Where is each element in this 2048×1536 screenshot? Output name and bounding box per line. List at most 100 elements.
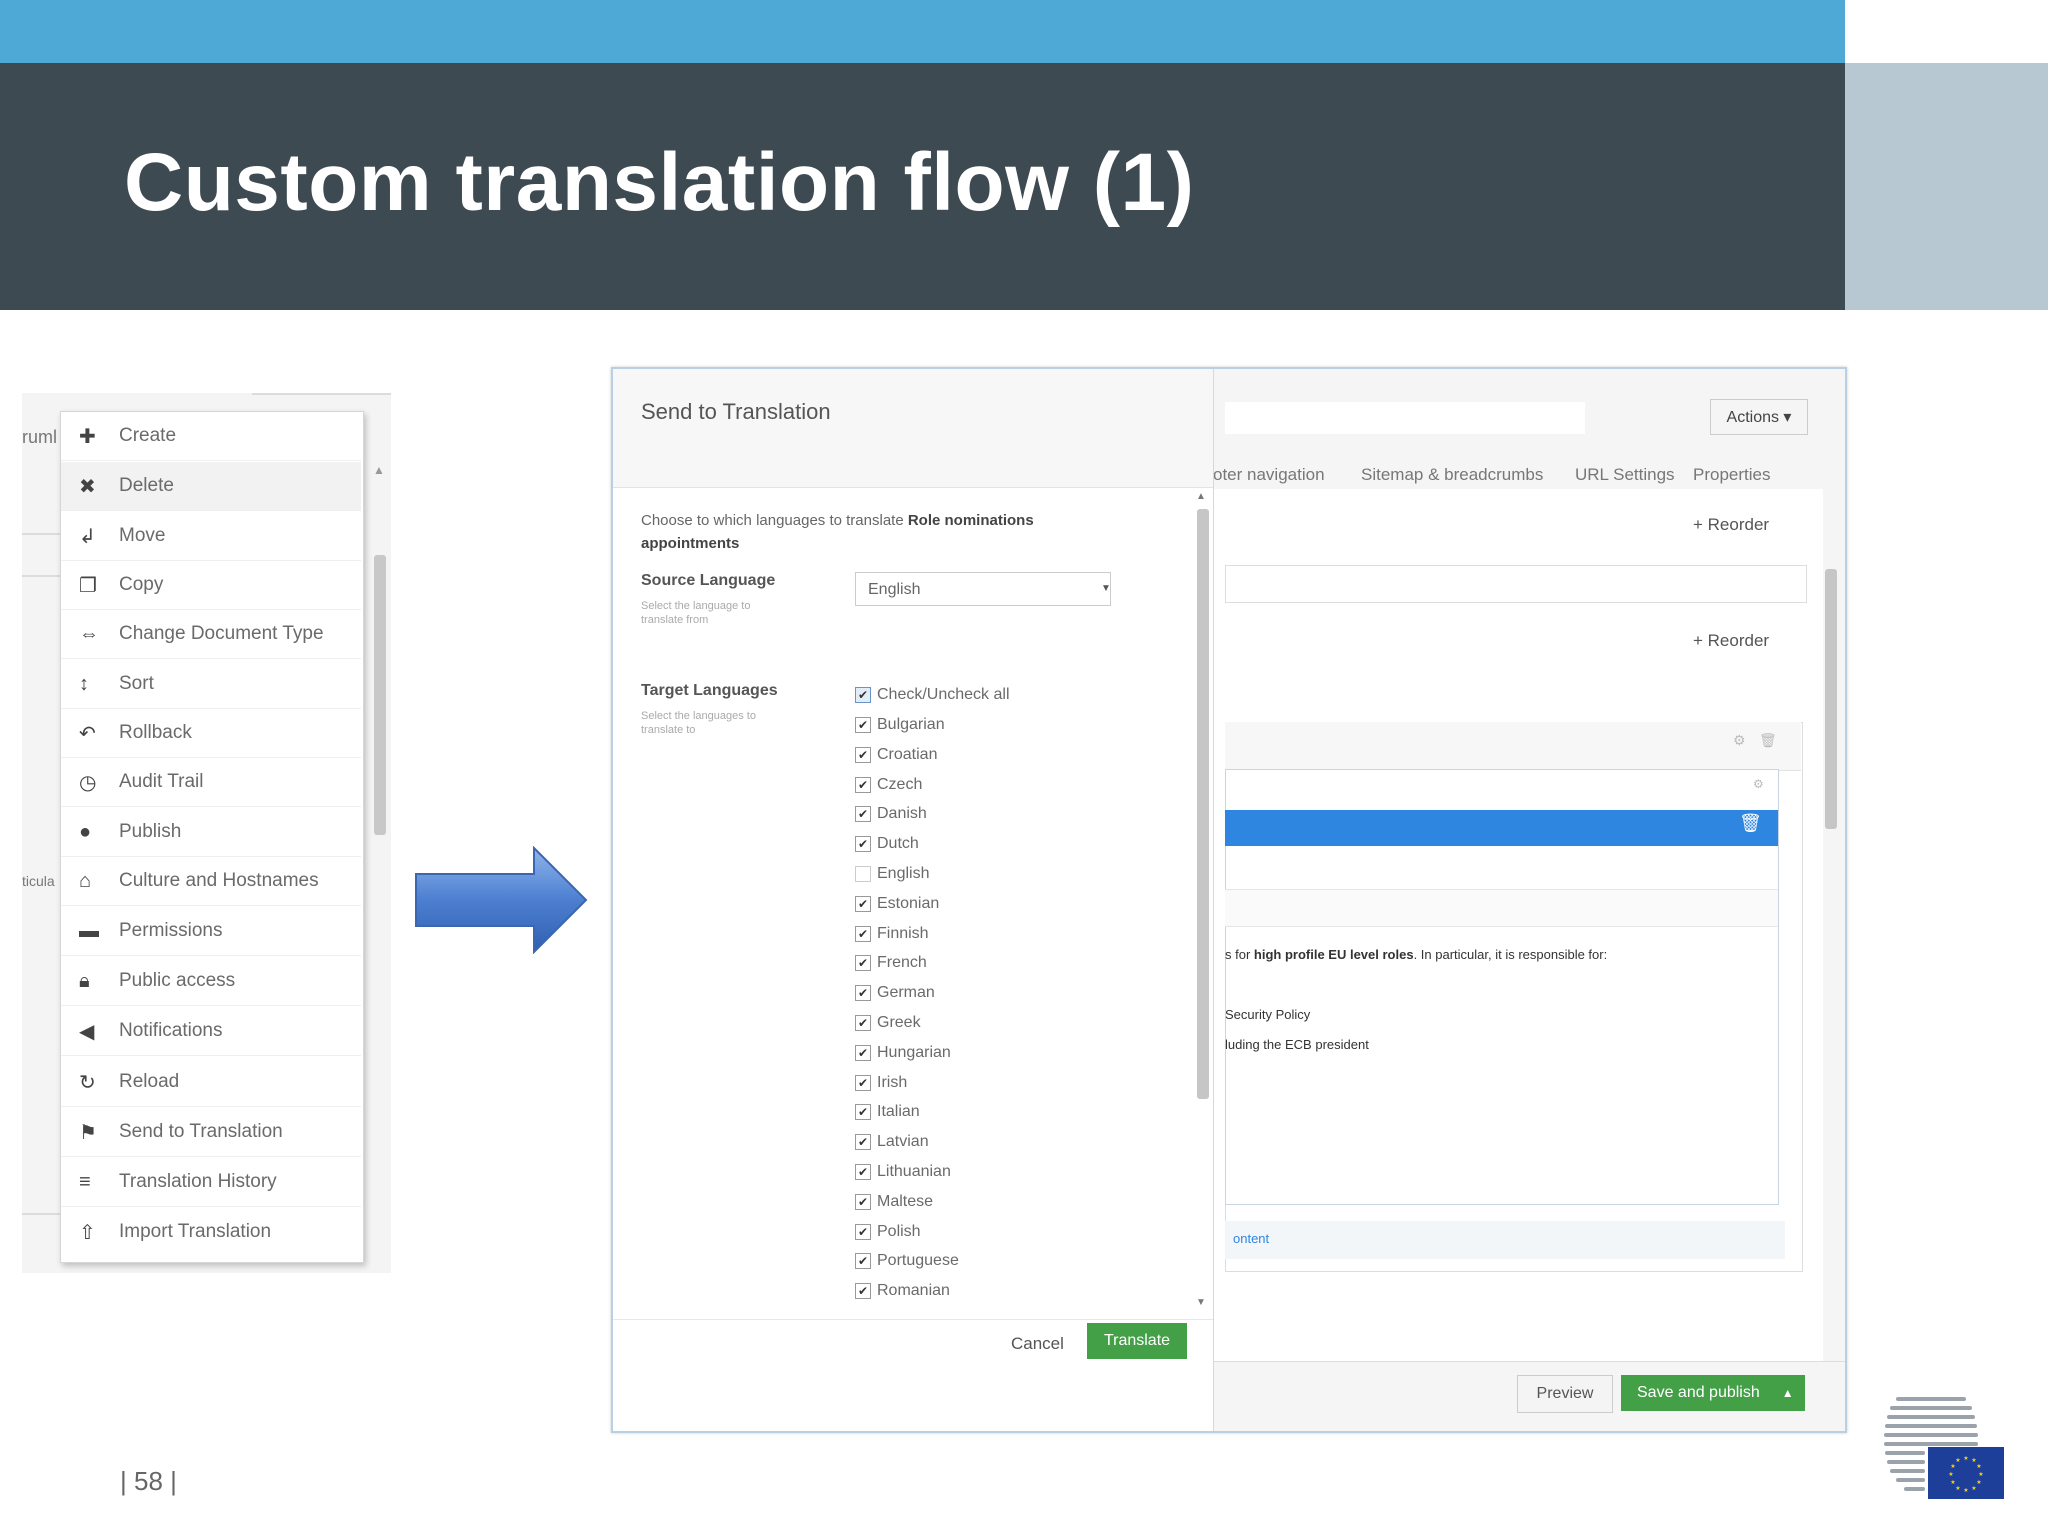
source-language-select[interactable]: English: [855, 572, 1111, 606]
reorder-button[interactable]: + Reorder: [1693, 515, 1769, 535]
menu-item-audit-trail[interactable]: ◷ Audit Trail: [61, 758, 361, 807]
scroll-up-arrow[interactable]: ▲: [373, 463, 385, 477]
home-icon: ⌂: [79, 869, 92, 892]
tree-scrollbar[interactable]: [374, 555, 386, 835]
menu-item-label: Send to Translation: [119, 1121, 283, 1142]
check-all-checkbox[interactable]: ✔ Check/Uncheck all: [855, 684, 1010, 706]
menu-item-send-to-translation[interactable]: ⚑ Send to Translation: [61, 1108, 361, 1157]
settings-icon[interactable]: ⚙: [1753, 777, 1764, 791]
checkbox-label: English: [877, 865, 930, 882]
language-checkbox-portuguese[interactable]: ✔ Portuguese: [855, 1250, 959, 1272]
checkbox-icon: ✔: [855, 925, 871, 942]
language-checkbox-romanian[interactable]: ✔ Romanian: [855, 1280, 950, 1302]
scroll-up-arrow[interactable]: ▲: [1196, 491, 1206, 502]
language-checkbox-croatian[interactable]: ✔ Croatian: [855, 744, 937, 766]
language-checkbox-estonian[interactable]: ✔ Estonian: [855, 893, 939, 915]
editor-field[interactable]: [1225, 565, 1807, 603]
language-checkbox-hungarian[interactable]: ✔ Hungarian: [855, 1042, 951, 1064]
settings-icon[interactable]: ⚙: [1733, 732, 1746, 749]
close-icon: ✖: [79, 475, 96, 498]
checkbox-label: Estonian: [877, 894, 940, 912]
selected-row-bar[interactable]: [1225, 810, 1778, 846]
chevron-down-icon: ▼: [1101, 583, 1111, 594]
menu-item-import-translation[interactable]: ⇧ Import Translation: [61, 1208, 361, 1256]
language-checkbox-danish[interactable]: ✔ Danish: [855, 803, 927, 825]
page-number: | 58 |: [120, 1466, 177, 1496]
svg-text:★: ★: [1950, 1479, 1955, 1486]
checkbox-label: Hungarian: [877, 1043, 951, 1061]
chevron-up-icon[interactable]: ▲: [1782, 1386, 1794, 1400]
tab-footer-navigation[interactable]: oter navigation: [1213, 465, 1325, 485]
checkbox-label: Maltese: [877, 1192, 934, 1210]
menu-item-create[interactable]: ✚ Create: [61, 412, 361, 461]
tab-properties[interactable]: Properties: [1693, 465, 1770, 485]
menu-item-label: Audit Trail: [119, 771, 204, 792]
add-content-link[interactable]: ontent: [1225, 1221, 1785, 1259]
editor-scrollbar[interactable]: [1825, 569, 1837, 829]
menu-item-change-document-type[interactable]: ⇔ Change Document Type: [61, 610, 361, 659]
menu-item-move[interactable]: ↲ Move: [61, 512, 361, 561]
checkbox-icon: ✔: [855, 1164, 871, 1180]
node-name-input[interactable]: [1225, 402, 1585, 434]
menu-item-permissions[interactable]: ▬ Permissions: [61, 907, 361, 956]
language-checkbox-bulgarian[interactable]: ✔ Bulgarian: [855, 714, 945, 736]
source-language-help: Select the language to translate from: [641, 600, 751, 626]
move-icon: ↲: [79, 525, 96, 548]
checkbox-icon: ✔: [855, 1193, 871, 1210]
svg-text:★: ★: [1948, 1471, 1953, 1478]
cancel-button[interactable]: Cancel: [1011, 1334, 1064, 1354]
svg-text:★: ★: [1955, 1485, 1960, 1492]
trash-icon[interactable]: 🗑︎: [1739, 813, 1762, 834]
language-checkbox-finnish[interactable]: ✔ Finnish: [855, 923, 929, 945]
menu-item-rollback[interactable]: ↶ Rollback: [61, 709, 361, 758]
plus-icon: ✚: [79, 425, 96, 448]
save-and-publish-button[interactable]: Save and publish ▲: [1621, 1375, 1805, 1411]
language-checkbox-maltese[interactable]: ✔ Maltese: [855, 1191, 933, 1213]
checkbox-icon: ✔: [855, 1283, 871, 1300]
reorder-button[interactable]: + Reorder: [1693, 631, 1769, 651]
language-checkbox-lithuanian[interactable]: ✔ Lithuanian: [855, 1161, 951, 1183]
header-accent-bar: [0, 0, 1845, 63]
checkbox-label: Lithuanian: [877, 1163, 951, 1180]
language-checkbox-greek[interactable]: ✔ Greek: [855, 1012, 921, 1034]
menu-item-reload[interactable]: ↻ Reload: [61, 1058, 361, 1107]
dialog-scrollbar[interactable]: [1197, 509, 1209, 1099]
checkbox-label: Irish: [877, 1073, 908, 1091]
language-checkbox-italian[interactable]: ✔ Italian: [855, 1101, 920, 1123]
trash-icon[interactable]: 🗑︎: [1759, 732, 1777, 749]
reload-icon: ↻: [79, 1071, 96, 1094]
language-checkbox-english[interactable]: English: [855, 863, 929, 885]
language-checkbox-polish[interactable]: ✔ Polish: [855, 1221, 921, 1243]
language-checkbox-latvian[interactable]: ✔ Latvian: [855, 1131, 929, 1153]
checkbox-label: Finnish: [877, 924, 929, 942]
language-checkbox-german[interactable]: ✔ German: [855, 982, 935, 1004]
menu-item-sort[interactable]: ↕ Sort: [61, 660, 361, 709]
actions-button[interactable]: Actions ▾: [1710, 399, 1808, 435]
divider: [22, 575, 62, 577]
checkbox-icon: ✔: [855, 1074, 871, 1091]
menu-item-label: Import Translation: [119, 1221, 272, 1242]
tab-sitemap-breadcrumbs[interactable]: Sitemap & breadcrumbs: [1361, 465, 1543, 485]
svg-text:★: ★: [1971, 1485, 1976, 1492]
scroll-down-arrow[interactable]: ▼: [1196, 1297, 1206, 1308]
svg-text:★: ★: [1950, 1463, 1955, 1470]
checkbox-label: Romanian: [877, 1282, 950, 1300]
tab-url-settings[interactable]: URL Settings: [1575, 465, 1675, 485]
menu-item-copy[interactable]: ❐ Copy: [61, 561, 361, 610]
copy-icon: ❐: [79, 574, 97, 597]
checkbox-label: Greek: [877, 1014, 921, 1031]
checkbox-icon: ✔: [855, 1044, 871, 1061]
menu-item-public-access[interactable]: 🔒︎ Public access: [61, 957, 361, 1006]
menu-item-notifications[interactable]: ◀ Notifications: [61, 1007, 361, 1056]
menu-item-publish[interactable]: ● Publish: [61, 808, 361, 857]
menu-item-translation-history[interactable]: ≡ Translation History: [61, 1158, 361, 1207]
translate-button[interactable]: Translate: [1087, 1323, 1187, 1359]
menu-item-delete[interactable]: ✖ Delete: [61, 462, 361, 511]
language-checkbox-dutch[interactable]: ✔ Dutch: [855, 833, 919, 855]
svg-text:★: ★: [1963, 1487, 1968, 1494]
language-checkbox-czech[interactable]: ✔ Czech: [855, 774, 922, 796]
language-checkbox-irish[interactable]: ✔ Irish: [855, 1072, 907, 1094]
language-checkbox-french[interactable]: ✔ French: [855, 952, 927, 974]
menu-item-culture-and-hostnames[interactable]: ⌂ Culture and Hostnames: [61, 857, 361, 906]
preview-button[interactable]: Preview: [1517, 1375, 1613, 1413]
